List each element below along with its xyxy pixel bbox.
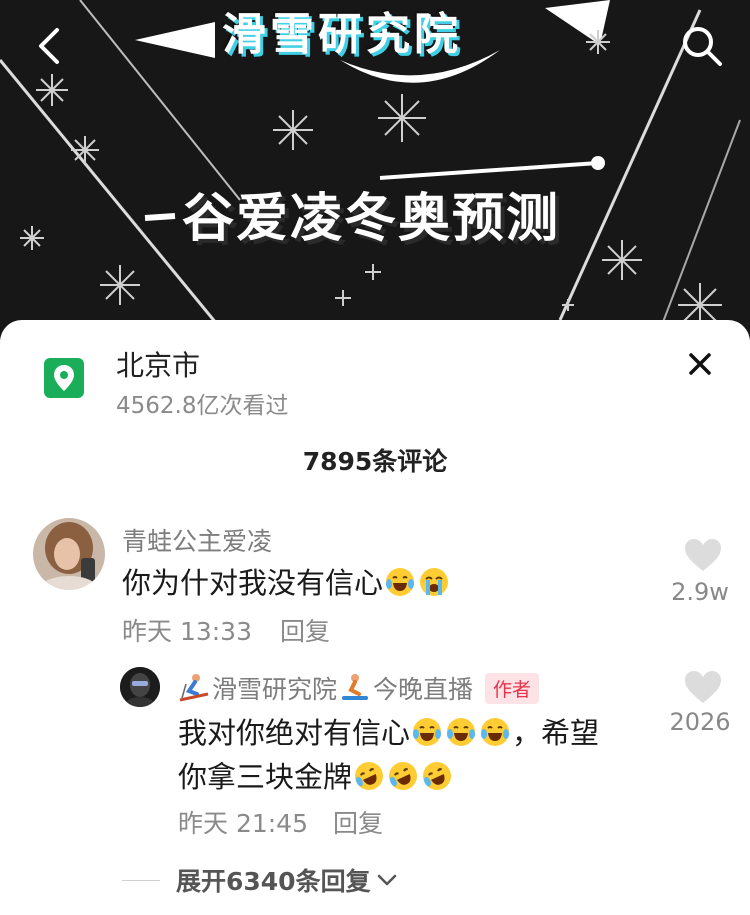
reply-text-line-1: 我对你绝对有信心 ，希望 — [178, 710, 599, 752]
avatar[interactable] — [120, 667, 160, 707]
rolling-laughing-emoji — [355, 762, 384, 790]
location-views: 4562.8亿次看过 — [116, 393, 289, 419]
author-avatar-image — [120, 667, 160, 707]
skier-emoji — [179, 674, 209, 702]
video-banner-text: 滑雪研究院 — [222, 9, 462, 60]
heart-icon — [685, 539, 721, 571]
location-name[interactable]: 北京市 — [116, 344, 200, 384]
like-button[interactable] — [684, 538, 722, 576]
chevron-down-icon — [377, 874, 396, 886]
reply-text-tail: ，希望 — [512, 716, 600, 750]
location-pin-icon[interactable] — [44, 358, 84, 398]
reply-username-text: 滑雪研究院 — [212, 675, 338, 704]
comments-count: 7895条评论 — [302, 447, 448, 476]
laughing-crying-emoji — [447, 718, 476, 746]
laughing-crying-emoji — [386, 568, 415, 596]
user-avatar-image — [33, 518, 105, 590]
back-button[interactable] — [22, 20, 74, 72]
comment-time: 昨天 13:33 — [122, 617, 252, 646]
reply-username-suffix: 今晚直播 — [373, 675, 474, 704]
loudly-crying-emoji — [420, 568, 449, 596]
reply-time: 昨天 21:45 — [178, 809, 308, 838]
chevron-left-icon — [39, 28, 59, 64]
video-title: 谷爱凌冬奥预测 — [182, 189, 561, 249]
reply-text-line-2: 你拿三块金牌 — [178, 754, 454, 796]
laughing-crying-emoji — [413, 718, 442, 746]
snowboarder-emoji — [342, 674, 369, 700]
rolling-laughing-emoji — [389, 762, 418, 790]
like-count: 2026 — [669, 708, 731, 736]
rolling-laughing-emoji — [423, 762, 452, 790]
video-player[interactable]: 滑雪研究院 谷爱凌冬奥预测 — [0, 0, 750, 340]
reply-button[interactable]: 回复 — [333, 804, 383, 840]
heart-icon — [685, 671, 721, 703]
close-button[interactable] — [682, 346, 718, 382]
close-icon — [689, 353, 711, 375]
like-button[interactable] — [684, 670, 722, 708]
reply-text-content-2: 你拿三块金牌 — [178, 760, 353, 794]
like-count: 2.9w — [671, 578, 729, 606]
laughing-crying-emoji — [481, 718, 510, 746]
pin-shape — [54, 365, 74, 391]
reply-text-content: 我对你绝对有信心 — [178, 716, 411, 750]
search-button[interactable] — [676, 20, 728, 72]
comment-username[interactable]: 青蛙公主爱凌 — [122, 522, 272, 558]
comment-text-content: 你为什对我没有信心 — [122, 566, 384, 600]
reply-username[interactable]: 滑雪研究院 今晚直播 作者 — [178, 670, 540, 706]
search-icon — [683, 27, 722, 66]
expand-replies-button[interactable]: 展开6340条回复 — [176, 862, 399, 898]
divider — [122, 880, 160, 881]
reply-button[interactable]: 回复 — [280, 612, 330, 648]
comment-sheet: 北京市 4562.8亿次看过 7895条评论 青蛙公主爱凌 你为什对我没有信心 — [0, 320, 750, 915]
expand-replies-label: 展开6340条回复 — [176, 867, 371, 896]
author-badge: 作者 — [485, 672, 540, 704]
avatar[interactable] — [33, 518, 105, 590]
comment-text: 你为什对我没有信心 — [122, 560, 451, 602]
